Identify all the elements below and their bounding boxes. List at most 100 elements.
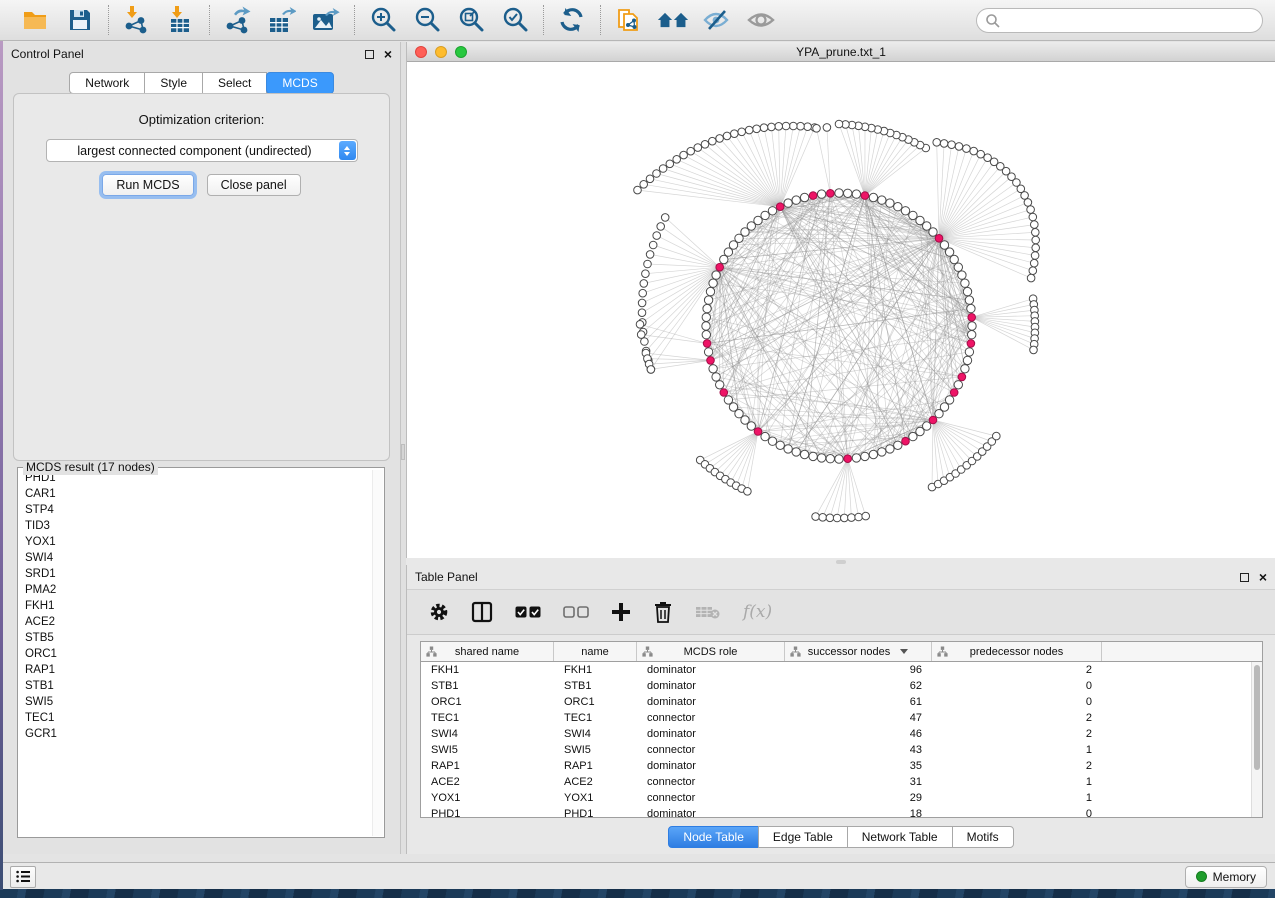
mcds-result-item[interactable]: FKH1 xyxy=(19,598,371,614)
table-cell: 47 xyxy=(785,710,932,726)
column-label: predecessor nodes xyxy=(970,646,1064,658)
criterion-label: Optimization criterion: xyxy=(14,112,389,127)
select-stepper-icon xyxy=(339,141,356,160)
show-all-icon[interactable] xyxy=(745,5,777,35)
tab-network-table[interactable]: Network Table xyxy=(847,826,953,848)
add-column-icon[interactable] xyxy=(611,602,631,622)
scrollbar-thumb[interactable] xyxy=(1254,665,1260,770)
column-header-name[interactable]: name xyxy=(554,642,637,661)
deselect-all-icon[interactable] xyxy=(563,606,589,619)
table-cell: 62 xyxy=(785,678,932,694)
import-network-icon[interactable] xyxy=(121,5,153,35)
table-row[interactable]: YOX1YOX1connector291 xyxy=(421,790,1251,806)
mcds-result-item[interactable]: SWI5 xyxy=(19,694,371,710)
table-row[interactable]: ORC1ORC1dominator610 xyxy=(421,694,1251,710)
table-cell: YOX1 xyxy=(421,790,554,806)
splitter-handle[interactable] xyxy=(401,444,405,460)
mcds-result-item[interactable]: YOX1 xyxy=(19,534,371,550)
network-canvas-wrap xyxy=(407,62,1275,557)
table-row[interactable]: SWI5SWI5connector431 xyxy=(421,742,1251,758)
column-header-MCDS-role[interactable]: MCDS role xyxy=(637,642,785,661)
table-row[interactable]: FKH1FKH1dominator962 xyxy=(421,662,1251,678)
table-cell: RAP1 xyxy=(421,758,554,774)
table-cell: ACE2 xyxy=(421,774,554,790)
mcds-result-item[interactable]: STB5 xyxy=(19,630,371,646)
network-canvas[interactable] xyxy=(407,62,1275,557)
table-row[interactable]: STB1STB1dominator620 xyxy=(421,678,1251,694)
table-settings-gear-icon[interactable] xyxy=(429,602,449,622)
table-scrollbar[interactable] xyxy=(1251,662,1262,817)
close-panel-icon[interactable]: × xyxy=(384,50,392,59)
delete-rows-trash-icon[interactable] xyxy=(653,601,673,623)
hide-selected-icon[interactable] xyxy=(701,5,733,35)
zoom-selected-icon[interactable] xyxy=(499,5,531,35)
column-header-successor-nodes[interactable]: successor nodes xyxy=(785,642,932,661)
refresh-view-icon[interactable] xyxy=(556,5,588,35)
zoom-fit-icon[interactable] xyxy=(455,5,487,35)
mcds-result-group: MCDS result (17 nodes) PHD1CAR1STP4TID3Y… xyxy=(17,467,385,838)
splitter-handle[interactable] xyxy=(836,560,846,564)
table-cell: SWI5 xyxy=(421,742,554,758)
table-cell: YOX1 xyxy=(554,790,637,806)
mcds-result-item[interactable]: SWI4 xyxy=(19,550,371,566)
zoom-in-icon[interactable] xyxy=(367,5,399,35)
import-table-icon[interactable] xyxy=(165,5,197,35)
table-cell: 2 xyxy=(932,758,1102,774)
mcds-result-item[interactable]: PMA2 xyxy=(19,582,371,598)
tab-style[interactable]: Style xyxy=(144,72,203,94)
mcds-result-item[interactable]: TEC1 xyxy=(19,710,371,726)
tab-select[interactable]: Select xyxy=(202,72,267,94)
column-label: successor nodes xyxy=(808,646,891,658)
close-panel-button[interactable]: Close panel xyxy=(207,174,301,196)
task-history-button[interactable] xyxy=(10,866,36,888)
table-row[interactable]: ACE2ACE2connector311 xyxy=(421,774,1251,790)
mcds-result-item[interactable]: STP4 xyxy=(19,502,371,518)
tab-network[interactable]: Network xyxy=(69,72,145,94)
clone-network-icon[interactable] xyxy=(613,5,645,35)
export-network-icon[interactable] xyxy=(222,5,254,35)
float-panel-icon[interactable] xyxy=(1240,573,1249,582)
horizontal-splitter[interactable] xyxy=(406,558,1275,565)
column-header-predecessor-nodes[interactable]: predecessor nodes xyxy=(932,642,1102,661)
search-input[interactable] xyxy=(1001,11,1262,31)
tab-node-table[interactable]: Node Table xyxy=(668,826,759,848)
mcds-result-item[interactable]: ORC1 xyxy=(19,646,371,662)
save-session-icon[interactable] xyxy=(64,5,96,35)
mcds-result-item[interactable]: CAR1 xyxy=(19,486,371,502)
mcds-result-item[interactable]: GCR1 xyxy=(19,726,371,742)
mcds-result-item[interactable]: TID3 xyxy=(19,518,371,534)
zoom-out-icon[interactable] xyxy=(411,5,443,35)
mcds-result-item[interactable]: STB1 xyxy=(19,678,371,694)
criterion-select[interactable]: largest connected component (undirected) xyxy=(46,139,358,162)
export-image-icon[interactable] xyxy=(310,5,342,35)
first-neighbors-icon[interactable] xyxy=(657,5,689,35)
table-row[interactable]: TEC1TEC1connector472 xyxy=(421,710,1251,726)
table-row[interactable]: PHD1PHD1dominator180 xyxy=(421,806,1251,817)
cytoscape-window: Control Panel × NetworkStyleSelectMCDS O… xyxy=(0,0,1275,890)
table-panel-header: Table Panel × xyxy=(407,565,1275,589)
memory-button[interactable]: Memory xyxy=(1185,866,1267,888)
select-all-icon[interactable] xyxy=(515,606,541,619)
export-table-icon[interactable] xyxy=(266,5,298,35)
mcds-result-item[interactable]: RAP1 xyxy=(19,662,371,678)
close-panel-icon[interactable]: × xyxy=(1259,573,1267,582)
table-cell: 18 xyxy=(785,806,932,817)
mcds-result-item[interactable]: SRD1 xyxy=(19,566,371,582)
table-cell: 46 xyxy=(785,726,932,742)
tab-motifs[interactable]: Motifs xyxy=(952,826,1014,848)
table-cell: ORC1 xyxy=(421,694,554,710)
column-header-shared-name[interactable]: shared name xyxy=(421,642,554,661)
run-mcds-button[interactable]: Run MCDS xyxy=(102,174,193,196)
table-cell: SWI4 xyxy=(554,726,637,742)
tab-edge-table[interactable]: Edge Table xyxy=(758,826,848,848)
table-row[interactable]: SWI4SWI4dominator462 xyxy=(421,726,1251,742)
tab-mcds[interactable]: MCDS xyxy=(266,72,333,94)
mcds-result-scrollbar[interactable] xyxy=(372,470,383,836)
column-visibility-icon[interactable] xyxy=(471,601,493,623)
table-cell: FKH1 xyxy=(421,662,554,678)
float-panel-icon[interactable] xyxy=(365,50,374,59)
table-row[interactable]: RAP1RAP1dominator352 xyxy=(421,758,1251,774)
open-file-icon[interactable] xyxy=(20,5,52,35)
network-titlebar: YPA_prune.txt_1 xyxy=(407,42,1275,62)
mcds-result-item[interactable]: ACE2 xyxy=(19,614,371,630)
